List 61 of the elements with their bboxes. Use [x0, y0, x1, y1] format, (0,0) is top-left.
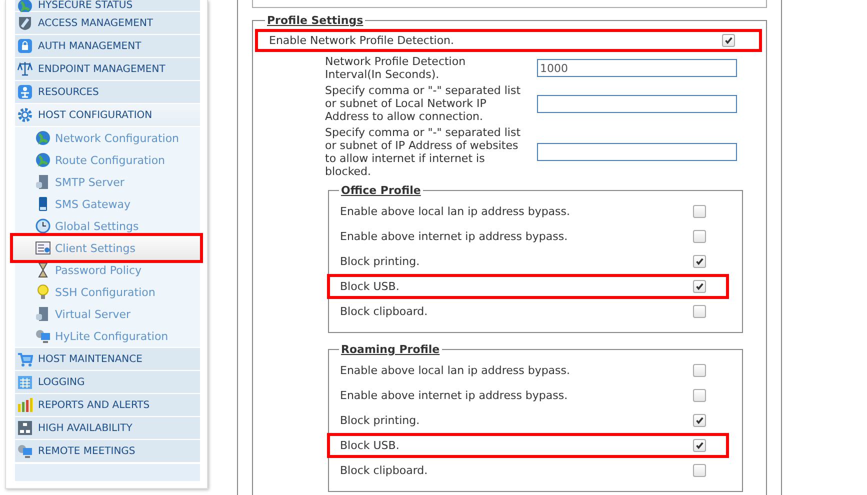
calendar-icon [17, 374, 33, 390]
cart-icon [17, 351, 33, 367]
checkbox[interactable] [693, 364, 706, 377]
option-label: Block clipboard. [340, 305, 428, 318]
section-title: Office Profile [340, 184, 422, 197]
globe-icon [35, 130, 51, 146]
sidebar-item[interactable]: HOST MAINTENANCE [15, 348, 200, 371]
sidebar-item[interactable]: ENDPOINT MANAGEMENT [15, 58, 200, 81]
clock-icon [35, 218, 51, 234]
server-icon [35, 174, 51, 190]
sidebar-item[interactable]: HYSECURE STATUS [15, 0, 200, 12]
lock-icon [17, 38, 33, 54]
monitor-icon [35, 328, 51, 344]
sidebar-item[interactable]: REPORTS AND ALERTS [15, 394, 200, 417]
option-label: Block USB. [340, 439, 400, 452]
checkbox[interactable] [693, 305, 706, 318]
bar-chart-icon [17, 397, 33, 413]
document-icon [35, 240, 51, 256]
field-label: Specify comma or "-" separated list or subnet of Local Network IP Address to allow connection. [325, 84, 522, 123]
person-icon [17, 84, 33, 100]
sidebar-item[interactable]: AUTH MANAGEMENT [15, 35, 200, 58]
monitor-icon [17, 443, 33, 459]
globe-icon [35, 152, 51, 168]
network-icon [17, 420, 33, 436]
section-title: Profile Settings [266, 14, 364, 27]
option-label: Block printing. [340, 255, 420, 268]
scales-icon [17, 61, 33, 77]
checkbox[interactable] [693, 280, 706, 293]
checkbox[interactable] [693, 464, 706, 477]
option-label: Block printing. [340, 414, 420, 427]
option-label: Enable above local lan ip address bypass. [340, 364, 570, 377]
checkbox[interactable] [722, 34, 735, 47]
field-label: Network Profile Detection Interval(In Seconds). [325, 55, 467, 81]
input-field[interactable] [537, 94, 737, 112]
bulb-icon [35, 284, 51, 300]
option-label: Block clipboard. [340, 464, 428, 477]
checkbox[interactable] [693, 230, 706, 243]
option-label: Enable above internet ip address bypass. [340, 230, 568, 243]
input-field[interactable]: 1000 [537, 59, 737, 77]
server-icon [35, 306, 51, 322]
checkbox[interactable] [693, 205, 706, 218]
input-field[interactable] [537, 143, 737, 161]
option-label: Enable above local lan ip address bypass. [340, 205, 570, 218]
sidebar-item[interactable]: ACCESS MANAGEMENT [15, 12, 200, 35]
gear-icon [17, 107, 33, 123]
section-title: Roaming Profile [340, 343, 441, 356]
option-label: Enable above internet ip address bypass. [340, 389, 568, 402]
sidebar-item[interactable]: REMOTE MEETINGS [15, 440, 200, 463]
sidebar-item[interactable]: LOGGING [15, 371, 200, 394]
checkbox[interactable] [693, 255, 706, 268]
option-label: Enable Network Profile Detection. [269, 34, 454, 47]
checkbox[interactable] [693, 414, 706, 427]
sidebar-item[interactable]: HOST CONFIGURATION [15, 104, 200, 127]
checkbox[interactable] [693, 439, 706, 452]
sidebar-item[interactable]: RESOURCES [15, 81, 200, 104]
sidebar-item[interactable]: HIGH AVAILABILITY [15, 417, 200, 440]
option-label: Block USB. [340, 280, 400, 293]
shield-icon [17, 15, 33, 31]
globe-icon [17, 0, 33, 14]
checkbox[interactable] [693, 389, 706, 402]
field-label: Specify comma or "-" separated list or subnet of IP Address of websites to allow internet if internet is blocked. [325, 126, 522, 178]
